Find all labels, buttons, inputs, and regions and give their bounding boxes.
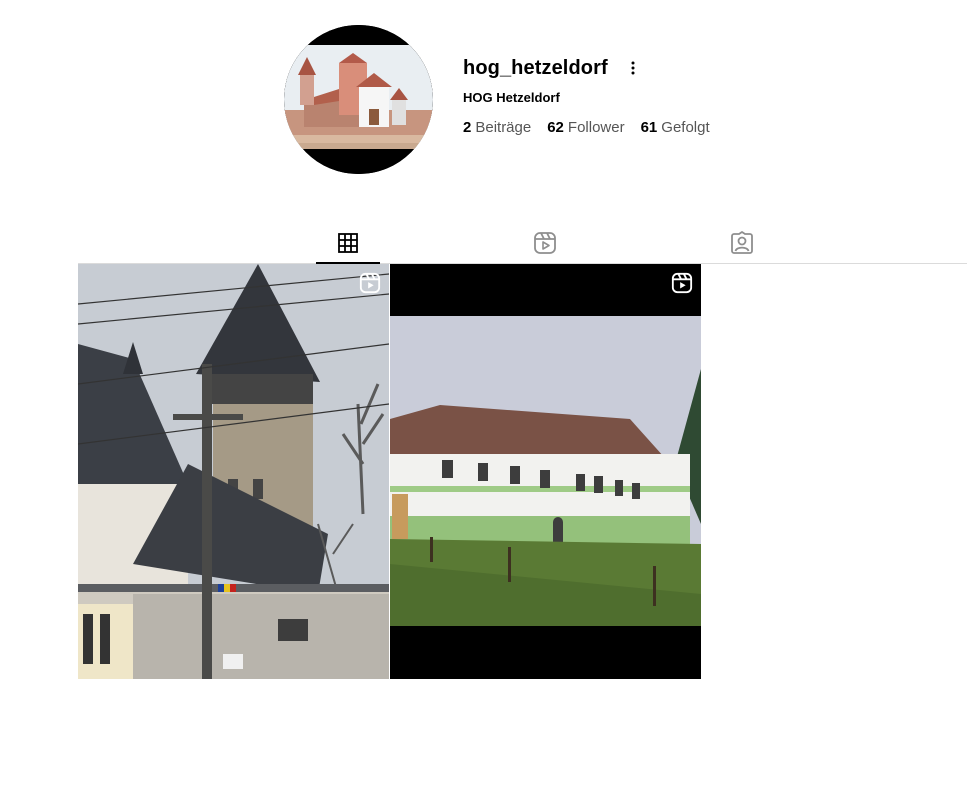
grid-icon [338,233,358,253]
username[interactable]: hog_hetzeldorf [463,57,608,80]
profile-avatar[interactable] [284,25,433,174]
stat-posts[interactable]: 2 Beiträge [463,119,531,136]
stat-followers-count: 62 [547,119,564,136]
reels-badge-icon [671,272,693,294]
post-thumbnail-2[interactable] [390,264,701,679]
tab-posts[interactable] [316,224,380,264]
stat-posts-count: 2 [463,119,472,136]
stat-followers[interactable]: 62 Follower [547,119,624,136]
tagged-icon [731,231,753,254]
reels-icon [534,232,556,254]
more-options-button[interactable] [622,57,644,79]
stat-following-count: 61 [640,119,658,136]
stat-posts-label: Beiträge [475,119,532,136]
full-name: HOG Hetzeldorf [463,90,560,105]
post-image-church [78,264,389,679]
tab-tagged[interactable] [710,224,774,262]
avatar-painting [284,25,433,174]
more-options-icon [631,61,635,75]
post-image-building [390,264,701,679]
post-thumbnail-1[interactable] [78,264,389,679]
tab-reels[interactable] [513,224,577,262]
stat-following-label: Gefolgt [661,119,710,136]
profile-stats: 2 Beiträge 62 Follower 61 Gefolgt [463,119,710,136]
profile-page: hog_hetzeldorf HOG Hetzeldorf 2 Beiträge … [0,0,967,799]
reels-badge-icon [359,272,381,294]
stat-following[interactable]: 61 Gefolgt [641,119,710,136]
stat-followers-label: Follower [567,119,625,136]
